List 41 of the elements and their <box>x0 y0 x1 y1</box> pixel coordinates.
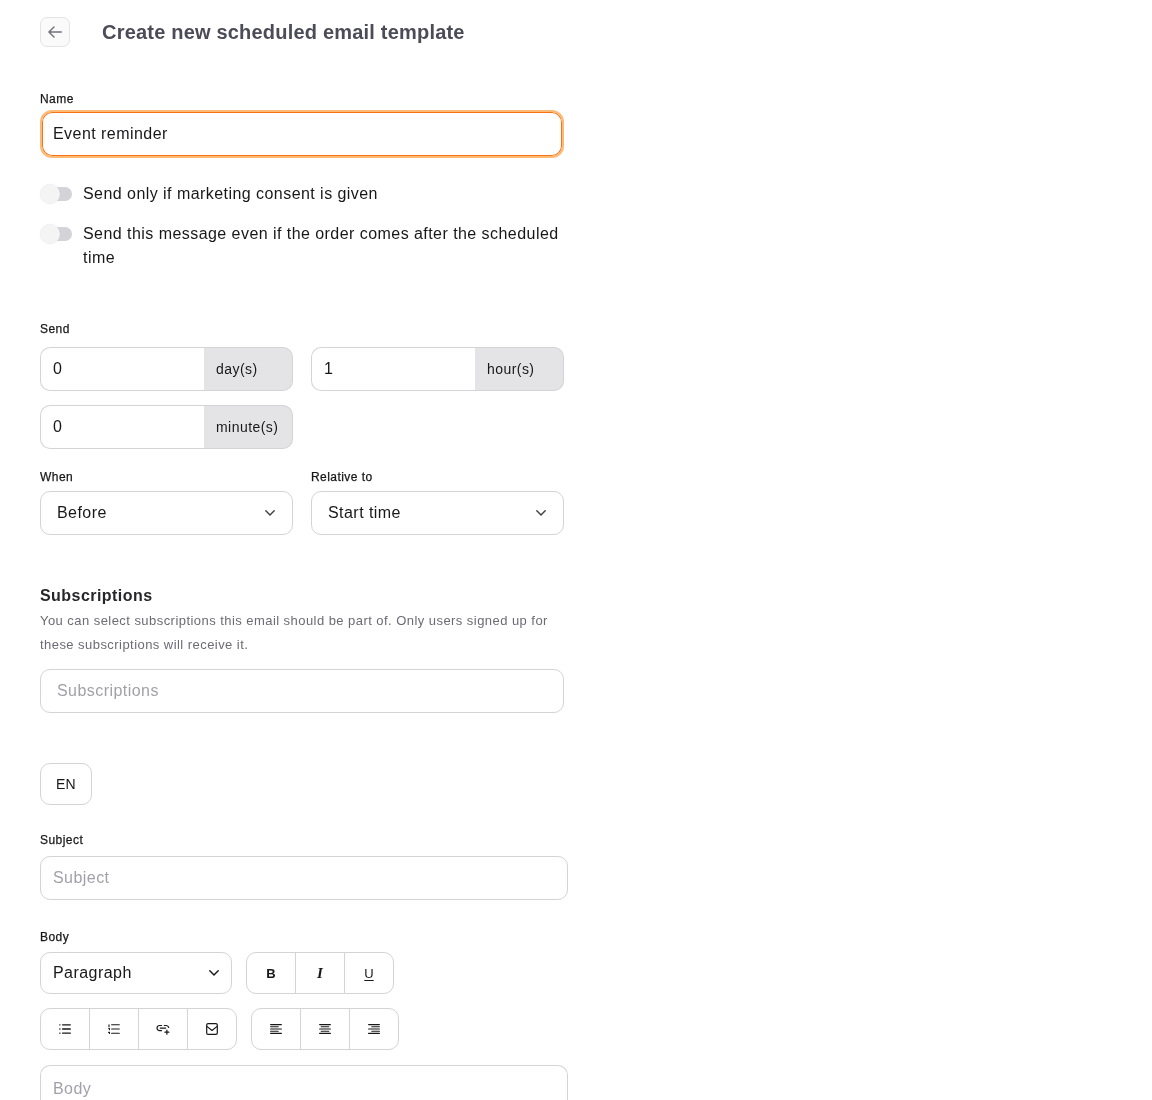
dropdown-select[interactable]: Before <box>40 491 293 535</box>
link-icon <box>156 1023 170 1035</box>
back-button[interactable] <box>40 17 70 47</box>
envelope-icon <box>206 1023 218 1035</box>
toggle-switch[interactable] <box>40 184 72 204</box>
align-left-button[interactable] <box>251 1008 301 1050</box>
bullet-list-icon <box>59 1024 71 1034</box>
align-left-icon <box>270 1024 282 1034</box>
toggle-label: Send only if marketing consent is given <box>83 184 378 204</box>
subscriptions-input[interactable]: Subscriptions <box>40 669 564 713</box>
arrow-left-icon <box>48 26 62 38</box>
toggle-label: Send this message even if the order comes after the scheduled time <box>83 224 560 268</box>
chevron-down-icon <box>265 510 275 516</box>
block-format-select[interactable]: Paragraph <box>40 952 232 994</box>
page-title: Create new scheduled email template <box>102 20 465 45</box>
align-center-button[interactable] <box>300 1008 350 1050</box>
section-description: You can select subscriptions this email should be part of. Only users signed up for these subscriptions will receive it. <box>40 612 549 654</box>
align-right-icon <box>368 1024 380 1034</box>
numbered-list-icon <box>108 1024 120 1034</box>
italic-button[interactable]: I <box>295 952 345 994</box>
envelope-button[interactable] <box>187 1008 237 1050</box>
align-right-button[interactable] <box>349 1008 399 1050</box>
field-label: Relative to <box>311 470 373 484</box>
toggle-switch[interactable] <box>40 224 72 244</box>
field-label: Send <box>40 322 70 336</box>
field-label: Subject <box>40 833 84 847</box>
field-label: Name <box>40 92 74 106</box>
align-center-icon <box>319 1024 331 1034</box>
chevron-down-icon <box>209 970 219 976</box>
chevron-down-icon <box>536 510 546 516</box>
language-button[interactable]: EN <box>40 763 92 805</box>
numbered-list-button[interactable] <box>89 1008 139 1050</box>
section-heading: Subscriptions <box>40 586 154 606</box>
bulleted-list-button[interactable] <box>40 1008 90 1050</box>
dropdown-select[interactable]: Start time <box>311 491 564 535</box>
subject-input[interactable]: Subject <box>40 856 568 900</box>
field-label: When <box>40 470 74 484</box>
field-label: Body <box>40 930 70 944</box>
name-input[interactable]: Event reminder <box>40 110 564 158</box>
underline-button[interactable]: U <box>344 952 394 994</box>
bold-button[interactable]: B <box>246 952 296 994</box>
